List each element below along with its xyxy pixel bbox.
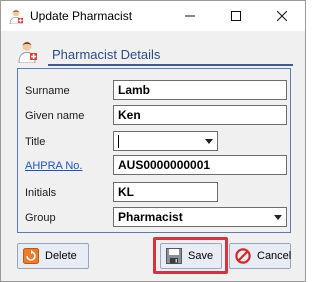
- delete-button[interactable]: Delete: [17, 243, 89, 269]
- maximize-icon: [231, 11, 241, 21]
- initials-label: Initials: [25, 187, 57, 199]
- cancel-icon: [235, 248, 251, 264]
- title-bar: Update Pharmacist: [1, 1, 305, 31]
- delete-icon: [23, 248, 39, 264]
- chevron-down-icon: [205, 139, 213, 144]
- close-icon: [277, 11, 287, 21]
- ahpra-link[interactable]: AHPRA No.: [25, 160, 82, 172]
- cancel-button[interactable]: Cancel: [229, 243, 291, 269]
- ahpra-number-value: AUS0000000001: [118, 158, 211, 172]
- maximize-button[interactable]: [213, 1, 259, 31]
- save-icon: [166, 248, 182, 264]
- section-title: Pharmacist Details: [52, 47, 161, 62]
- given-name-value: Ken: [118, 108, 141, 122]
- surname-label: Surname: [25, 85, 70, 97]
- text-caret: [118, 135, 119, 149]
- minimize-icon: [185, 15, 195, 17]
- minimize-button[interactable]: [167, 1, 213, 31]
- initials-value: KL: [118, 185, 134, 199]
- delete-button-label: Delete: [45, 250, 77, 262]
- title-label: Title: [25, 136, 46, 148]
- cancel-button-label: Cancel: [257, 250, 292, 262]
- save-button-label: Save: [188, 250, 214, 262]
- pharmacist-avatar-icon: [9, 9, 23, 24]
- window-title: Update Pharmacist: [30, 9, 133, 23]
- given-name-field[interactable]: Ken: [113, 105, 287, 125]
- given-name-label: Given name: [25, 110, 85, 122]
- group-dropdown[interactable]: Pharmacist: [113, 207, 287, 227]
- title-dropdown[interactable]: [113, 131, 218, 151]
- update-pharmacist-dialog: Update Pharmacist Pharmacist Details Sur…: [0, 0, 306, 282]
- close-button[interactable]: [259, 1, 305, 31]
- initials-field[interactable]: KL: [113, 182, 218, 202]
- surname-field[interactable]: Lamb: [113, 80, 287, 100]
- save-button[interactable]: Save: [160, 243, 222, 269]
- chevron-down-icon: [274, 215, 282, 220]
- header-divider: [48, 64, 293, 66]
- group-value: Pharmacist: [118, 210, 183, 224]
- ahpra-number-field[interactable]: AUS0000000001: [113, 155, 287, 175]
- pharmacist-avatar-icon: [18, 41, 37, 63]
- group-label: Group: [25, 212, 56, 224]
- surname-value: Lamb: [118, 83, 151, 97]
